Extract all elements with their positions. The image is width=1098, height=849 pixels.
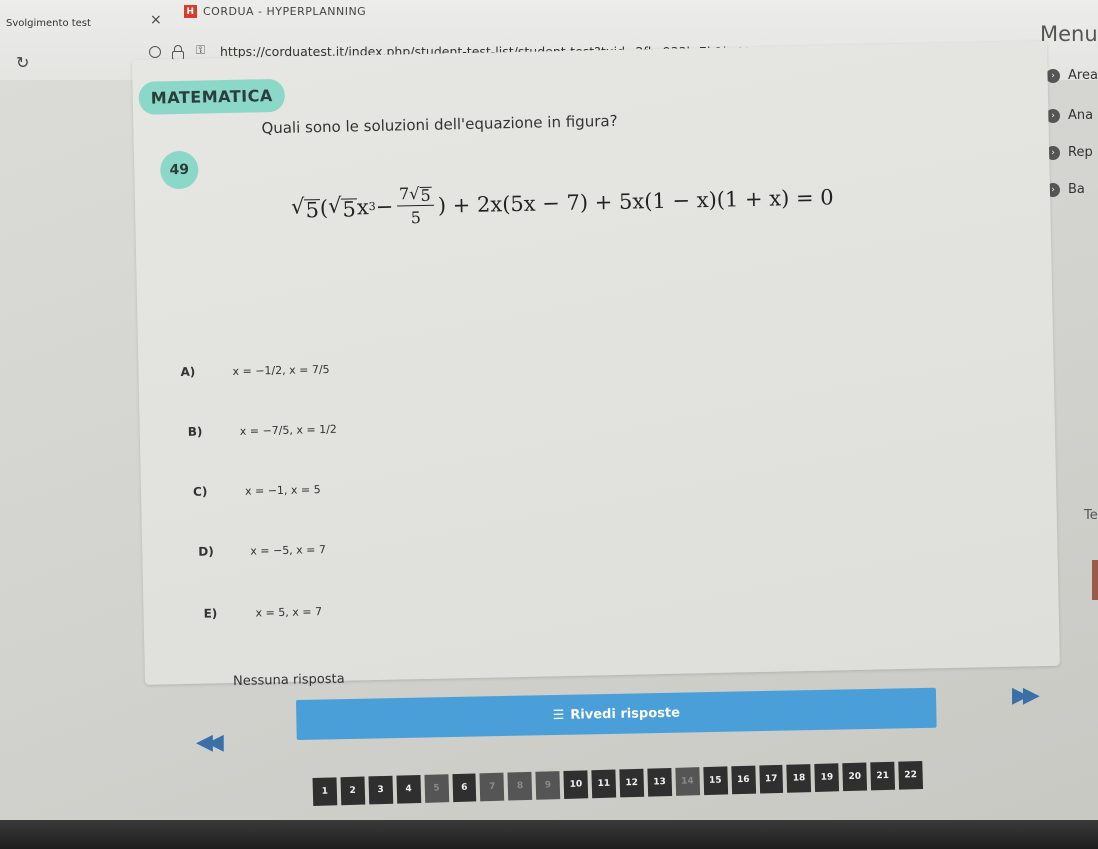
option-a[interactable]: A) x = −1/2, x = 7/5 [180, 362, 329, 379]
review-answers-button[interactable]: ☰ Rivedi risposte [296, 687, 937, 740]
sqrt-term-inner: √ 5 [327, 193, 358, 222]
previous-question-icon[interactable]: ◀◀ [196, 730, 224, 755]
page-button-15[interactable]: 15 [703, 766, 728, 796]
close-tab-icon[interactable]: × [150, 12, 162, 28]
review-answers-label: Rivedi risposte [570, 705, 681, 723]
page-button-14[interactable]: 14 [675, 767, 700, 796]
page-button-16[interactable]: 16 [730, 765, 756, 795]
sidebar-item-area[interactable]: › Area [1046, 68, 1098, 83]
chevron-right-icon: › [1046, 68, 1060, 83]
page-button-20[interactable]: 20 [842, 762, 868, 792]
tab-cordua-label: CORDUA - HYPERPLANNING [203, 5, 367, 18]
page-button-9[interactable]: 9 [535, 771, 561, 800]
page-button-7[interactable]: 7 [479, 772, 505, 802]
page-button-12[interactable]: 12 [619, 768, 645, 798]
option-b[interactable]: B) x = −7/5, x = 1/2 [188, 422, 337, 439]
page-button-17[interactable]: 17 [758, 764, 784, 794]
option-d[interactable]: D) x = −5, x = 7 [198, 542, 326, 559]
sqrt-term: √ 5 [290, 194, 321, 223]
reload-icon[interactable]: ↻ [16, 53, 29, 72]
page-button-3[interactable]: 3 [368, 775, 393, 805]
sidebar-item-ba[interactable]: › Ba [1046, 182, 1085, 197]
page-button-18[interactable]: 18 [786, 764, 812, 793]
page-button-8[interactable]: 8 [507, 771, 533, 801]
no-answer-option[interactable]: Nessuna risposta [233, 672, 345, 689]
page-button-6[interactable]: 6 [451, 773, 477, 803]
sidebar-item-label: Rep [1068, 145, 1093, 160]
page-button-1[interactable]: 1 [312, 777, 338, 806]
sidebar-item-rep[interactable]: › Rep [1046, 145, 1093, 160]
next-question-icon[interactable]: ▶▶ [1012, 683, 1040, 708]
sidebar-item-label: Ana [1068, 108, 1094, 123]
page-button-5[interactable]: 5 [424, 774, 449, 803]
question-pager: 1 2 3 4 5 6 7 8 9 10 11 12 13 14 15 16 17 18 19 20 21 22 [312, 743, 923, 806]
subject-badge: MATEMATICA [138, 78, 286, 115]
permissions-icon[interactable]: ⚿ [196, 43, 205, 58]
page-button-11[interactable]: 11 [591, 769, 617, 799]
page-button-19[interactable]: 19 [814, 763, 840, 792]
sidebar-edge-strip [1092, 560, 1098, 600]
shield-icon[interactable] [149, 46, 161, 58]
list-icon: ☰ [552, 707, 565, 723]
question-text: Quali sono le soluzioni dell'equazione i… [261, 111, 618, 138]
page-button-2[interactable]: 2 [340, 776, 366, 806]
sidebar-item-ana[interactable]: › Ana [1046, 108, 1093, 123]
sidebar-clipped-text: Te [1084, 508, 1098, 523]
question-number: 49 [159, 150, 199, 190]
sidebar-item-label: Area [1068, 68, 1098, 83]
tab-svolgimento-test[interactable]: Svolgimento test [6, 18, 91, 29]
page-button-13[interactable]: 13 [647, 767, 672, 797]
option-e[interactable]: E) x = 5, x = 7 [203, 604, 322, 621]
tab-cordua[interactable]: H CORDUA - HYPERPLANNING [184, 5, 366, 18]
option-c[interactable]: C) x = −1, x = 5 [193, 482, 321, 499]
screen-bottom-edge [0, 820, 1098, 849]
menu-title[interactable]: Menu [1040, 22, 1098, 46]
page-button-10[interactable]: 10 [563, 770, 589, 799]
page-button-4[interactable]: 4 [396, 774, 421, 804]
page-button-21[interactable]: 21 [870, 761, 896, 791]
equation-fraction: 7 √ 5 5 [396, 183, 434, 228]
equation: √ 5 ( √ 5 x3 − 7 √ 5 5 ) + 2x(5x − 7) + 5x(1… [290, 183, 834, 228]
hyperplanning-favicon-icon: H [184, 5, 197, 18]
page-button-22[interactable]: 22 [898, 760, 923, 790]
sidebar-item-label: Ba [1068, 182, 1085, 197]
question-card: MATEMATICA 49 Quali sono le soluzioni de… [132, 40, 1060, 689]
